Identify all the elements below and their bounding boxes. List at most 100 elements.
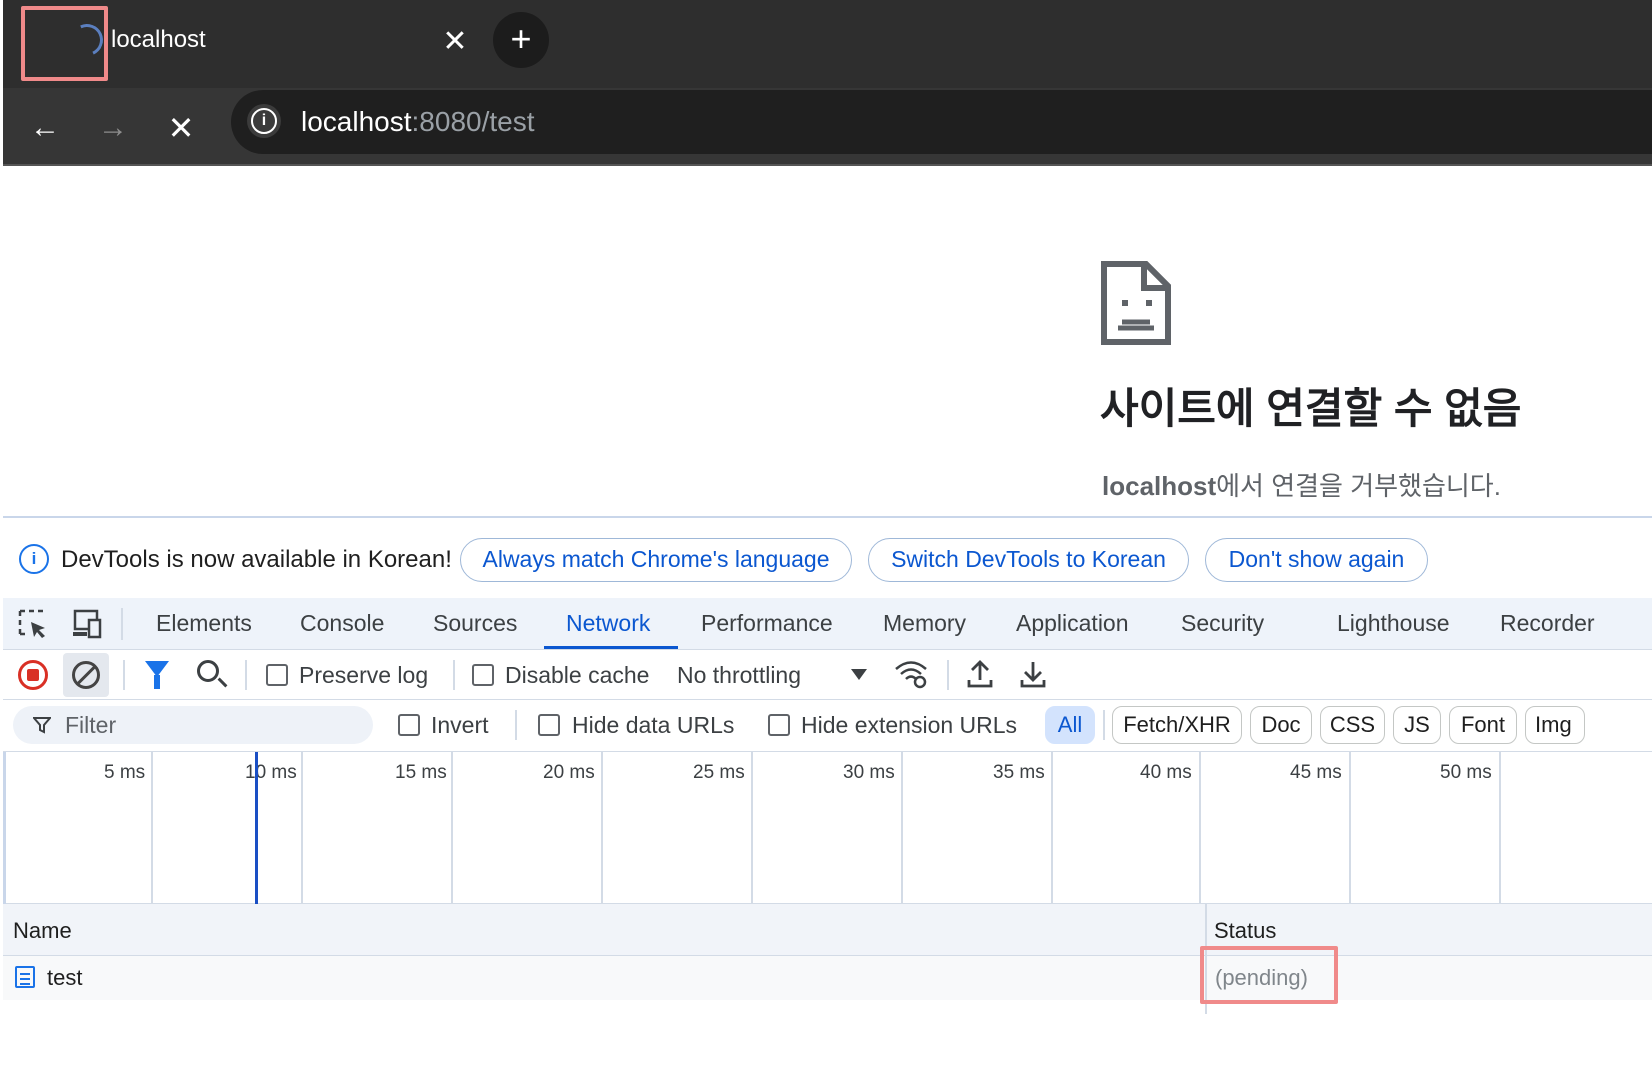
disable-cache-checkbox[interactable] [472,664,494,686]
download-icon[interactable] [1018,658,1048,690]
upload-icon[interactable] [965,658,995,690]
always-match-language-button[interactable]: Always match Chrome's language [460,538,852,582]
disable-cache-label: Disable cache [505,662,650,688]
tick-line [301,752,303,904]
tab-security[interactable]: Security [1181,610,1264,637]
invert-checkbox[interactable] [398,714,420,736]
url-text[interactable]: localhost:8080/test [301,106,535,138]
tab-memory[interactable]: Memory [883,610,966,637]
sad-document-icon [1101,261,1171,345]
address-bar[interactable]: i localhost:8080/test [231,90,1652,154]
devtools-panel: i DevTools is now available in Korean! A… [3,516,1652,1068]
tick-line [751,752,753,904]
filter-icon [33,717,51,734]
tick-label: 45 ms [1290,762,1342,783]
tab-console[interactable]: Console [300,610,384,637]
separator [453,660,455,690]
hide-extension-urls-checkbox[interactable] [768,714,790,736]
separator [515,710,517,740]
hide-data-urls-checkbox[interactable] [538,714,560,736]
filter-icon[interactable] [145,661,169,689]
type-filter-img[interactable]: Img [1525,706,1585,744]
throttling-select[interactable]: No throttling [677,662,801,689]
filter-placeholder: Filter [65,712,117,738]
back-button[interactable]: ← [19,102,71,154]
network-timeline-overview[interactable]: 5 ms 10 ms 15 ms 20 ms 25 ms 30 ms 35 ms… [3,752,1652,904]
tab-sources[interactable]: Sources [433,610,517,637]
tick-line [1199,752,1201,904]
preserve-log-checkbox[interactable] [266,664,288,686]
error-title: 사이트에 연결할 수 없음 [1100,385,1522,432]
clear-button[interactable] [63,653,109,697]
info-icon: i [19,544,49,574]
network-toolbar: Preserve log Disable cache No throttling [3,650,1652,700]
type-filter-font[interactable]: Font [1449,706,1517,744]
stop-button[interactable]: ✕ [155,102,207,154]
tab-performance[interactable]: Performance [701,610,833,637]
tick-label: 40 ms [1140,762,1192,783]
forward-button[interactable]: → [87,102,139,154]
switch-to-korean-button[interactable]: Switch DevTools to Korean [868,538,1189,582]
separator [245,660,247,690]
tick-line [151,752,153,904]
tab-lighthouse[interactable]: Lighthouse [1337,610,1450,637]
type-filter-js[interactable]: JS [1393,706,1441,744]
column-header-name[interactable]: Name [13,918,72,944]
devtools-tab-bar: Elements Console Sources Network Perform… [3,598,1652,650]
timeline-left-handle[interactable] [3,752,6,904]
browser-toolbar: ← → ✕ i localhost:8080/test [3,88,1652,166]
site-info-button[interactable]: i [247,104,281,138]
dont-show-again-button[interactable]: Don't show again [1205,538,1428,582]
tick-label: 15 ms [395,762,447,783]
error-message: localhost에서 연결을 거부했습니다. [1102,466,1501,503]
tick-line [901,752,903,904]
tab-network[interactable]: Network [566,610,650,637]
filter-input[interactable]: Filter [13,706,373,744]
info-icon: i [251,108,277,134]
tick-label: 20 ms [543,762,595,783]
highlight-box-status [1200,946,1338,1004]
tab-application[interactable]: Application [1016,610,1129,637]
type-filter-all[interactable]: All [1045,706,1095,744]
hide-extension-urls-label: Hide extension URLs [801,712,1018,738]
new-tab-button[interactable]: + [493,12,549,68]
separator [123,660,125,690]
requests-table-header: Name Status [3,904,1652,956]
tick-label: 25 ms [693,762,745,783]
tick-label: 30 ms [843,762,895,783]
device-toolbar-icon[interactable] [71,608,103,640]
type-filter-doc[interactable]: Doc [1250,706,1312,744]
tick-line [601,752,603,904]
tick-label: 5 ms [104,762,146,783]
tick-line [451,752,453,904]
separator [121,608,123,640]
tab-title: localhost [111,26,206,53]
hide-data-urls-label: Hide data URLs [572,712,735,738]
chevron-down-icon[interactable] [851,669,867,680]
tick-label: 10 ms [245,762,297,783]
request-name: test [47,965,83,990]
document-icon [15,966,35,988]
clear-icon [72,661,100,689]
separator [1103,710,1105,740]
search-icon[interactable] [197,660,219,682]
network-conditions-icon[interactable] [893,658,929,690]
tab-elements[interactable]: Elements [156,610,252,637]
tick-label: 35 ms [993,762,1045,783]
error-host: localhost [1102,471,1217,501]
url-host: localhost [301,106,412,137]
error-message-text: 에서 연결을 거부했습니다. [1216,471,1501,501]
type-filter-fetch-xhr[interactable]: Fetch/XHR [1112,706,1242,744]
tab-close-button[interactable]: ✕ [435,22,475,62]
tab-recorder[interactable]: Recorder [1500,610,1595,637]
infobar-text: DevTools is now available in Korean! [61,546,452,573]
inspect-icon[interactable] [17,608,49,640]
tab-strip: localhost ✕ + [3,0,1652,88]
filter-bar: Filter Invert Hide data URLs Hide extens… [3,700,1652,752]
column-header-status[interactable]: Status [1214,918,1276,944]
record-icon[interactable] [18,660,48,690]
separator [947,660,949,690]
url-path: :8080/test [411,106,535,137]
type-filter-css[interactable]: CSS [1320,706,1385,744]
table-row[interactable]: test (pending) [3,956,1652,1000]
